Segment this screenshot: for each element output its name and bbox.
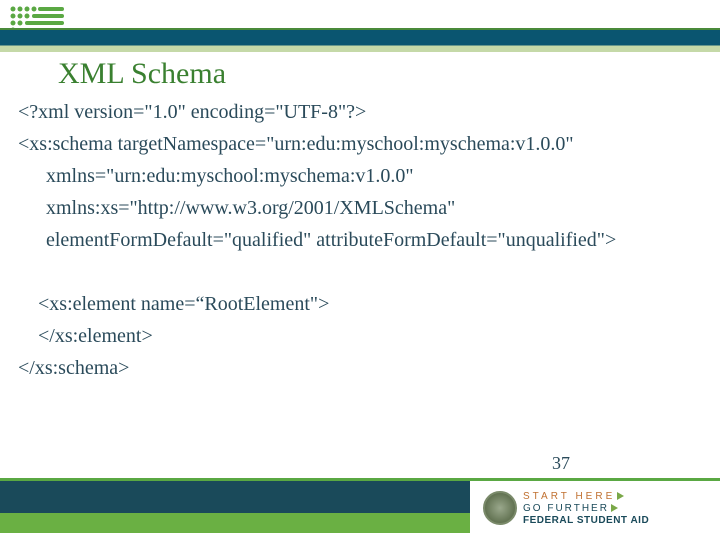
- code-block: <?xml version="1.0" encoding="UTF-8"?> <…: [18, 98, 702, 386]
- header-band: [0, 0, 720, 54]
- footer-green-band: [0, 513, 470, 533]
- arrow-icon: [611, 504, 618, 512]
- code-line: </xs:schema>: [18, 354, 702, 382]
- footer: 37 START HERE GO FURTHER FEDERAL STUDENT…: [0, 478, 720, 540]
- code-line: [18, 258, 702, 286]
- footer-logo-line3: FEDERAL STUDENT AID: [523, 515, 649, 526]
- code-line: <xs:schema targetNamespace="urn:edu:mysc…: [18, 130, 702, 158]
- footer-dark-band: [0, 481, 470, 513]
- code-line: <xs:element name=“RootElement">: [18, 290, 702, 318]
- header-teal-band: [0, 30, 720, 52]
- logo-text-2: GO FURTHER: [523, 503, 609, 514]
- footer-logo: START HERE GO FURTHER FEDERAL STUDENT AI…: [483, 483, 708, 533]
- seal-icon: [483, 491, 517, 525]
- footer-logo-text: START HERE GO FURTHER FEDERAL STUDENT AI…: [523, 491, 649, 526]
- code-line: xmlns:xs="http://www.w3.org/2001/XMLSche…: [18, 194, 702, 222]
- code-line: </xs:element>: [18, 322, 702, 350]
- footer-body: 37 START HERE GO FURTHER FEDERAL STUDENT…: [0, 481, 720, 540]
- logo-text-1: START HERE: [523, 491, 615, 502]
- arrow-icon: [617, 492, 624, 500]
- footer-logo-line2: GO FURTHER: [523, 503, 649, 514]
- page-number: 37: [552, 453, 570, 474]
- slide-title: XML Schema: [58, 57, 226, 91]
- code-line: <?xml version="1.0" encoding="UTF-8"?>: [18, 98, 702, 126]
- footer-logo-line1: START HERE: [523, 491, 649, 502]
- code-line: elementFormDefault="qualified" attribute…: [18, 226, 702, 254]
- code-line: xmlns="urn:edu:myschool:myschema:v1.0.0": [18, 162, 702, 190]
